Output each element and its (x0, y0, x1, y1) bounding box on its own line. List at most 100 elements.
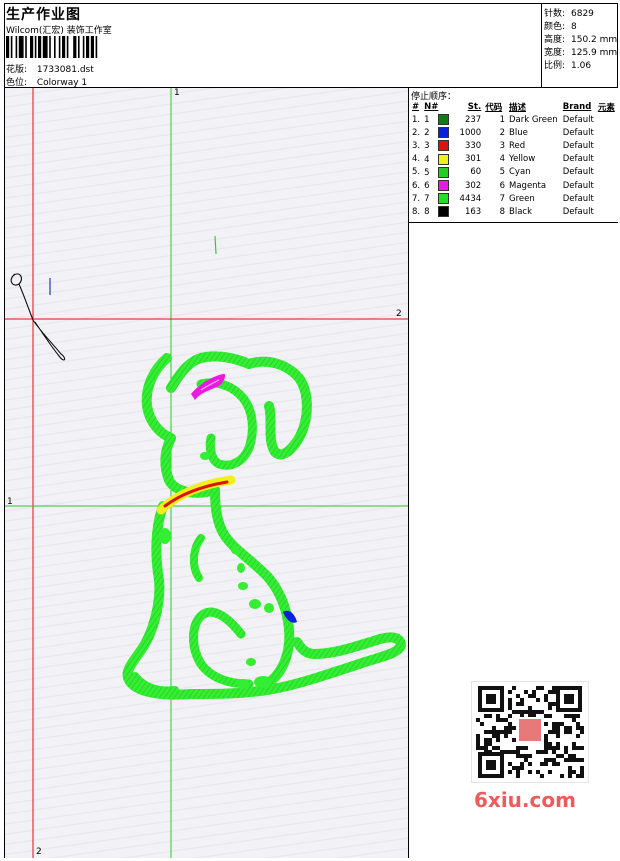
row-brand: Default (562, 180, 594, 191)
pattern-value: 1733081.dst (36, 65, 94, 75)
table-row: 4. 4 301 4 Yellow Default (410, 153, 618, 166)
row-description: Cyan (509, 167, 531, 178)
row-code: 7 (499, 193, 505, 204)
row-brand: Default (562, 140, 594, 151)
row-index: 4. (412, 154, 421, 165)
row-stitches: 330 (464, 140, 482, 151)
row-description: Red (509, 140, 526, 151)
table-row: 3. 3 330 3 Red Default (410, 139, 618, 152)
row-code: 5 (499, 167, 505, 178)
row-stitches: 60 (470, 167, 482, 178)
stat-value: 150.2 mm (571, 35, 618, 45)
row-element (596, 153, 618, 166)
row-stitches: 301 (464, 154, 482, 165)
row-code: 3 (499, 140, 505, 151)
barcode (6, 36, 98, 58)
stat-value: 1.06 (571, 61, 592, 71)
col-header: Brand (562, 101, 592, 112)
color-swatch (437, 114, 449, 126)
row-description: Black (509, 206, 532, 217)
guide-label: 1 (7, 497, 13, 507)
stop-sequence-panel: 停止顺序： # N# St. 代码 描述 Brand 元素 1. 1 237 1 Dar… (409, 88, 618, 223)
stat-label: 高度: (544, 35, 566, 45)
guide-label: 2 (396, 309, 402, 319)
row-brand: Default (562, 114, 594, 125)
stop-sequence-table: # N# St. 代码 描述 Brand 元素 1. 1 237 1 Dark Gree… (410, 100, 618, 219)
watermark: 6xiu.com (474, 788, 576, 812)
row-index: 7. (412, 193, 421, 204)
stat-stitches: 针数: 6829 (544, 6, 594, 19)
stat-label: 宽度: (544, 48, 566, 58)
col-header: 描述 (509, 102, 527, 113)
company-name: Wilcom(汇宏) 装饰工作室 (6, 26, 112, 36)
row-index: 8. (412, 206, 421, 217)
colorway-value: Colorway 1 (36, 78, 88, 88)
stat-width: 宽度: 125.9 mm (544, 45, 617, 58)
color-swatch (437, 140, 449, 152)
row-brand: Default (562, 167, 594, 178)
table-row: 1. 1 237 1 Dark Green Default (410, 113, 618, 126)
stat-value: 125.9 mm (571, 48, 618, 58)
design-canvas (5, 88, 408, 858)
color-swatch (437, 180, 449, 192)
pattern-label: 花版: (6, 65, 28, 75)
stat-label: 颜色: (544, 22, 566, 32)
row-element (596, 179, 618, 192)
row-index: 5. (412, 167, 421, 178)
page-title: 生产作业图 (6, 7, 81, 23)
col-header: # (412, 101, 420, 112)
row-number: 8 (422, 205, 450, 218)
row-description: Yellow (509, 154, 536, 165)
row-code: 2 (499, 127, 505, 138)
table-row: 6. 6 302 6 Magenta Default (410, 179, 618, 192)
guide-label: 1 (174, 88, 180, 98)
row-number-value: 2 (424, 128, 430, 139)
colorway-label: 色位: (6, 78, 28, 88)
table-row: 5. 5 60 5 Cyan Default (410, 166, 618, 179)
col-header: N# (424, 101, 439, 112)
col-header: 代码 (485, 102, 503, 113)
table-row: 2. 2 1000 2 Blue Default (410, 126, 618, 139)
row-code: 8 (499, 206, 505, 217)
qr-code (471, 681, 589, 783)
table-header: # N# St. 代码 描述 Brand 元素 (410, 100, 618, 113)
row-index: 2. (412, 127, 421, 138)
row-brand: Default (562, 154, 594, 165)
stat-label: 针数: (544, 9, 566, 19)
dog-outline (122, 351, 406, 700)
col-header: 元素 (597, 102, 615, 113)
row-element (596, 113, 618, 126)
guide-label: 2 (36, 847, 42, 857)
row-element (596, 126, 618, 139)
row-index: 3. (412, 140, 421, 151)
trim-squiggle (10, 273, 66, 361)
stat-value: 6829 (571, 9, 594, 19)
stat-colors: 颜色: 8 (544, 19, 577, 32)
row-number-value: 1 (424, 115, 430, 126)
row-description: Green (509, 193, 535, 204)
stat-scale: 比例: 1.06 (544, 58, 591, 71)
row-number-value: 8 (424, 207, 430, 218)
row-brand: Default (562, 206, 594, 217)
row-element (596, 166, 618, 179)
row-number: 1 (422, 113, 450, 126)
embroidery-preview: 1 2 1 2 (5, 88, 409, 858)
row-number: 2 (422, 126, 450, 139)
row-element (596, 139, 618, 152)
row-stitches: 1000 (459, 127, 482, 138)
row-number-value: 6 (424, 181, 430, 192)
color-swatch (437, 166, 449, 178)
row-number-value: 4 (424, 154, 430, 165)
colorway-row: 色位: Colorway 1 (6, 75, 87, 88)
row-number-value: 7 (424, 194, 430, 205)
row-number: 4 (422, 153, 450, 166)
row-description: Dark Green (509, 114, 558, 125)
stat-label: 比例: (544, 61, 566, 71)
row-number: 7 (422, 192, 450, 205)
row-code: 4 (499, 154, 505, 165)
color-swatch (437, 193, 449, 205)
row-number: 5 (422, 166, 450, 179)
table-row: 8. 8 163 8 Black Default (410, 205, 618, 218)
row-number: 3 (422, 139, 450, 152)
row-description: Blue (509, 127, 528, 138)
